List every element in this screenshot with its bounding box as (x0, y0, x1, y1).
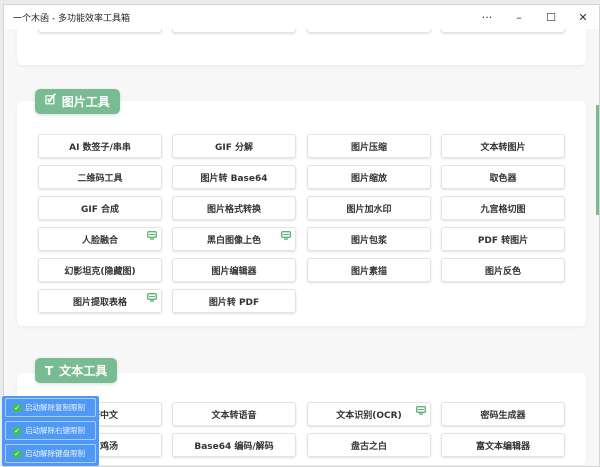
unlock-copy-button[interactable]: ✓ 启动解除复制限制 (5, 398, 96, 417)
window-title: 一个木函 - 多功能效率工具箱 (13, 13, 130, 24)
tool-label: 文本转语音 (211, 410, 257, 421)
tool-button[interactable]: 文本转语音 (172, 402, 296, 426)
image-tools-header: 🗹 图片工具 (35, 89, 120, 114)
text-icon: T (45, 363, 54, 378)
tool-label: 文本转图片 (480, 142, 526, 153)
tool-button[interactable]: 图片转 PDF (172, 289, 296, 313)
tool-button[interactable]: 二维码工具 (38, 165, 162, 189)
section-title: 文本工具 (59, 364, 108, 378)
tool-button[interactable]: 文本识别(OCR) (307, 402, 431, 426)
tool-label: 图片转 Base64 (200, 173, 268, 184)
tool-button[interactable]: 图片压缩 (307, 134, 431, 158)
tool-button[interactable]: 九宫格切图 (441, 196, 565, 220)
tool-button[interactable]: 黑白图像上色 (172, 227, 296, 251)
tool-label: 二维码工具 (77, 173, 123, 184)
tool-label: 图片缩放 (350, 173, 387, 184)
tool-button[interactable]: Base64 编码/解码 (172, 433, 296, 457)
tool-label: 图片反色 (484, 266, 521, 277)
tool-button[interactable]: 图片提取表格 (38, 289, 162, 313)
image-edit-icon: 🗹 (45, 93, 56, 107)
tool-button[interactable]: GIF 分解 (172, 134, 296, 158)
tool-label: 图片提取表格 (72, 297, 127, 308)
tool-label: 富文本编辑器 (475, 441, 530, 452)
tool-label: 图片包浆 (350, 235, 387, 246)
tool-label: 密码生成器 (480, 410, 526, 421)
check-icon: ✓ (13, 426, 21, 435)
title-bar: 一个木函 - 多功能效率工具箱 ··· – ☐ ✕ (4, 5, 599, 29)
tool-label: 人脸融合 (81, 235, 118, 246)
tool-label: 九宫格切图 (480, 204, 526, 215)
tool-button[interactable]: 图片转 Base64 (172, 165, 296, 189)
tool-button[interactable]: 密码生成器 (441, 402, 565, 426)
tool-button[interactable]: 图片素描 (307, 258, 431, 282)
tool-button[interactable]: PDF 转图片 (441, 227, 565, 251)
tool-button[interactable]: 图片缩放 (307, 165, 431, 189)
tool-label: 图片编辑器 (211, 266, 257, 277)
tool-label: 盘古之白 (350, 441, 387, 452)
tool-button[interactable]: 图片格式转换 (172, 196, 296, 220)
tool-label: 黑白图像上色 (206, 235, 261, 246)
desktop-icon (416, 406, 426, 415)
tool-label: 图片压缩 (350, 142, 387, 153)
maximize-button[interactable]: ☐ (535, 11, 567, 24)
label: 启动解除右键限制 (25, 426, 85, 435)
check-icon: ✓ (13, 449, 21, 458)
desktop-icon (147, 231, 157, 240)
tool-button[interactable]: 图片包浆 (307, 227, 431, 251)
label: 启动解除复制限制 (25, 403, 85, 412)
tool-label: GIF 分解 (214, 142, 254, 153)
tool-button[interactable]: 文本转图片 (441, 134, 565, 158)
tool-button[interactable]: GIF 合成 (38, 196, 162, 220)
desktop-icon (147, 293, 157, 302)
text-tools-card: 简繁中文 文本转语音 文本识别(OCR) 密码生成器 每日鸡汤 Base64 编码/解码盘… (17, 373, 586, 465)
scrollbar[interactable] (596, 105, 599, 215)
tool-label: Base64 编码/解码 (194, 441, 274, 452)
text-tools-header: T 文本工具 (35, 358, 118, 383)
tool-button[interactable]: 取色器 (441, 165, 565, 189)
tool-label: 文本识别(OCR) (336, 410, 402, 421)
image-tools-card: AI 数签子/串串 GIF 分解 图片压缩 文本转图片二维码工具 图片转 Base64 图… (17, 101, 586, 326)
tool-label: 图片转 PDF (208, 297, 260, 308)
tool-button[interactable]: 图片编辑器 (172, 258, 296, 282)
tool-label: PDF 转图片 (477, 235, 529, 246)
label: 启动解除键盘限制 (25, 449, 85, 458)
desktop-icon (281, 231, 291, 240)
tool-button[interactable]: 人脸融合 (38, 227, 162, 251)
tool-label: 图片素描 (350, 266, 387, 277)
tool-label: 取色器 (489, 173, 517, 184)
tool-button[interactable]: 图片加水印 (307, 196, 431, 220)
tool-label: 图片加水印 (346, 204, 392, 215)
tool-label: AI 数签子/串串 (69, 142, 131, 153)
tool-label: 图片格式转换 (206, 204, 261, 215)
tool-label: GIF 合成 (80, 204, 120, 215)
section-title: 图片工具 (61, 95, 110, 109)
check-icon: ✓ (13, 403, 21, 412)
unlock-rightclick-button[interactable]: ✓ 启动解除右键限制 (5, 421, 96, 440)
unlock-keyboard-button[interactable]: ✓ 启动解除键盘限制 (5, 444, 96, 463)
tool-button[interactable]: 图片反色 (441, 258, 565, 282)
minimize-button[interactable]: – (503, 11, 535, 24)
tool-button[interactable]: 盘古之白 (307, 433, 431, 457)
tool-label: 幻影坦克(隐藏图) (64, 266, 136, 277)
more-button[interactable]: ··· (471, 11, 503, 24)
tool-button[interactable]: 富文本编辑器 (441, 433, 565, 457)
tool-button[interactable]: 幻影坦克(隐藏图) (38, 258, 162, 282)
close-button[interactable]: ✕ (567, 11, 599, 24)
tool-button[interactable]: AI 数签子/串串 (38, 134, 162, 158)
restriction-panel: ✓ 启动解除复制限制 ✓ 启动解除右键限制 ✓ 启动解除键盘限制 (2, 396, 99, 466)
